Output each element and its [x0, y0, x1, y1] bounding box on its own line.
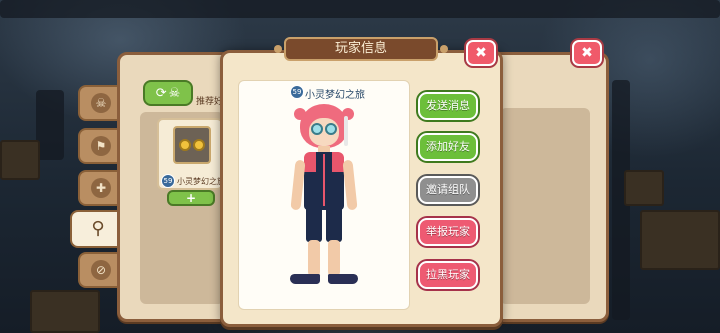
- tab-add-friend[interactable]: ✚: [78, 170, 122, 206]
- search-icon: ⚲: [91, 218, 105, 239]
- back-close-button[interactable]: ✖: [572, 40, 602, 66]
- tab-flag[interactable]: ⚑: [78, 128, 122, 164]
- skull-small-icon: ☠: [168, 85, 181, 101]
- add-friend-button[interactable]: +: [167, 190, 215, 206]
- recommended-friend-card[interactable]: 59 小灵梦幻之旅: [157, 118, 225, 190]
- level-badge: 59: [161, 174, 175, 188]
- recommend-label: 推荐好: [196, 97, 222, 107]
- add-friend-icon: ✚: [91, 178, 111, 198]
- flag-icon: ⚑: [91, 136, 111, 156]
- refresh-icon: ⟳: [155, 85, 167, 101]
- goggle-eye-icon: [193, 139, 205, 151]
- dialog-title: 玩家信息: [274, 37, 448, 61]
- player-name: 小灵梦幻之旅: [305, 90, 365, 101]
- tab-search[interactable]: ⚲: [70, 210, 124, 248]
- skull-icon: ☠: [91, 93, 111, 113]
- close-button[interactable]: ✖: [466, 40, 496, 66]
- blocked-icon: ⊘: [91, 260, 111, 280]
- tab-blocked[interactable]: ⊘: [78, 252, 122, 288]
- add-friend-action-button[interactable]: 添加好友: [418, 133, 478, 161]
- report-player-button[interactable]: 举报玩家: [418, 218, 478, 246]
- invite-team-button[interactable]: 邀请组队: [418, 176, 478, 204]
- friend-avatar: [173, 126, 211, 164]
- block-player-button[interactable]: 拉黑玩家: [418, 261, 478, 289]
- side-list-area: [500, 108, 590, 304]
- player-level-badge: 59: [290, 85, 304, 99]
- tab-skull[interactable]: ☠: [78, 85, 122, 121]
- refresh-button[interactable]: ⟳ ☠: [143, 80, 193, 106]
- goggle-eye-icon: [179, 139, 191, 151]
- send-message-button[interactable]: 发送消息: [418, 92, 478, 120]
